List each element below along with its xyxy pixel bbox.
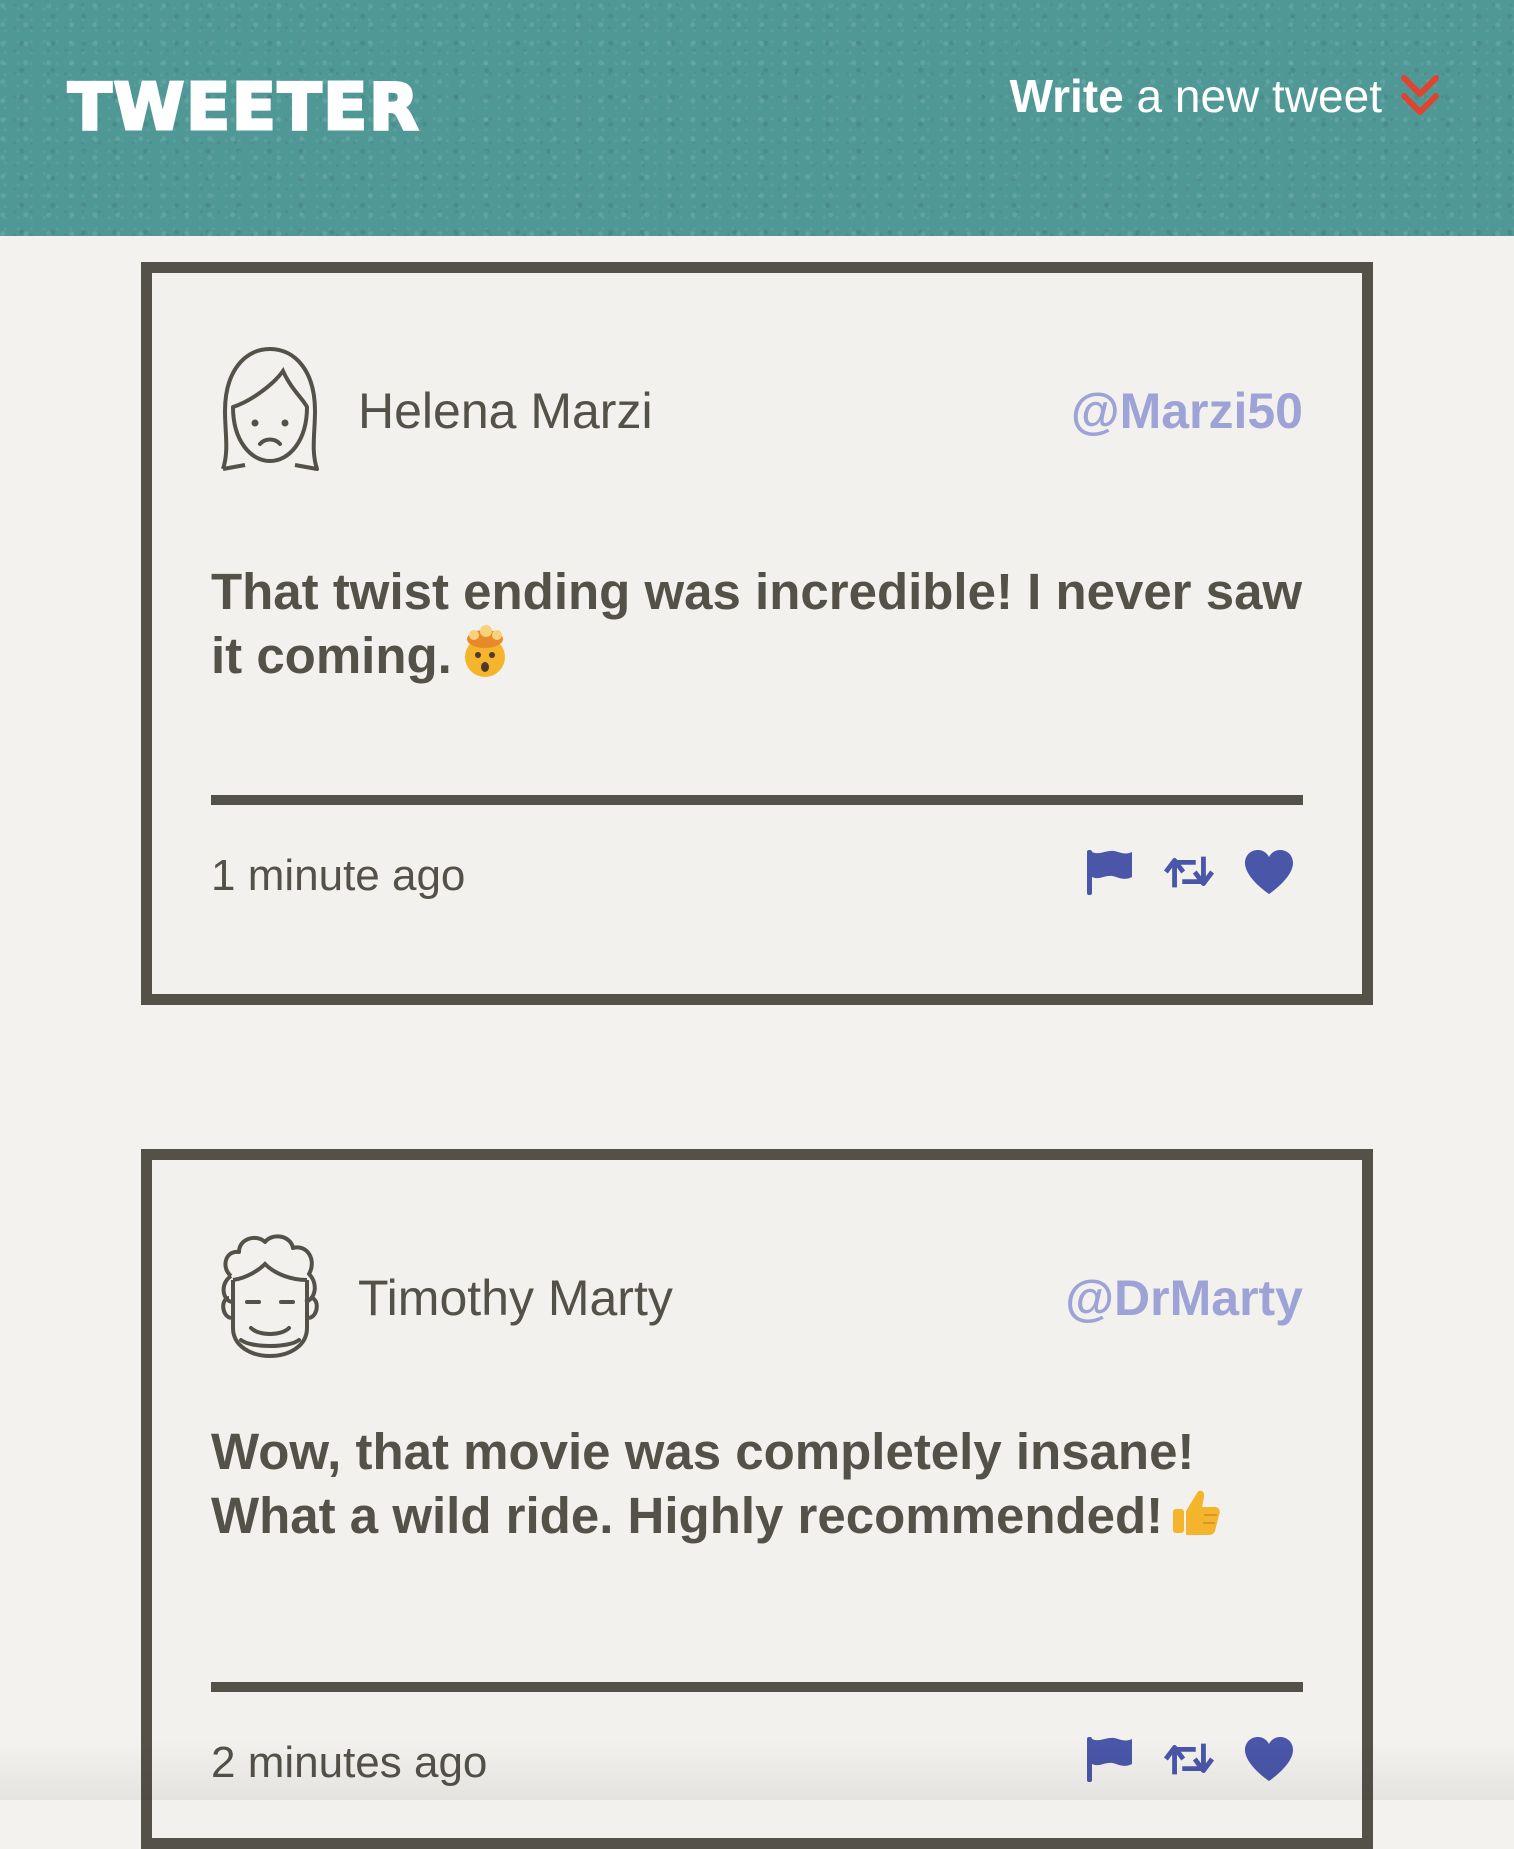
tweet-actions	[1083, 846, 1295, 898]
heart-icon	[1245, 1737, 1293, 1781]
tweet-header: Timothy Marty @DrMarty	[211, 1228, 1303, 1368]
tweet-text-content: That twist ending was incredible! I neve…	[211, 563, 1303, 684]
tweet-footer: 1 minute ago	[211, 846, 1303, 916]
tweet-text: Wow, that movie was completely insane! W…	[211, 1420, 1303, 1548]
tweet-card: Timothy Marty @DrMarty Wow, that movie w…	[141, 1149, 1373, 1849]
tweet-timestamp: 1 minute ago	[211, 851, 466, 900]
brand-logo[interactable]: TWEETER	[66, 70, 420, 147]
retweet-button[interactable]	[1163, 846, 1215, 898]
heart-icon	[1245, 850, 1293, 894]
retweet-icon	[1163, 1743, 1215, 1775]
woman-avatar-icon	[221, 347, 319, 471]
exploding-head-emoji	[464, 625, 505, 677]
tweet-divider	[211, 1682, 1303, 1692]
author-name: Helena Marzi	[358, 383, 653, 439]
tweet-footer: 2 minutes ago	[211, 1733, 1303, 1803]
author-handle[interactable]: @DrMarty	[1065, 1268, 1303, 1328]
tweet-divider	[211, 795, 1303, 805]
like-button[interactable]	[1243, 846, 1295, 898]
flag-button[interactable]	[1083, 1733, 1135, 1785]
tweet-actions	[1083, 1733, 1295, 1785]
double-chevron-down-icon	[1401, 75, 1439, 115]
tweet-header: Helena Marzi @Marzi50	[211, 341, 1303, 481]
tweet-text: That twist ending was incredible! I neve…	[211, 560, 1303, 688]
author-name: Timothy Marty	[358, 1270, 673, 1326]
like-button[interactable]	[1243, 1733, 1295, 1785]
flag-button[interactable]	[1083, 846, 1135, 898]
compose-link-strong: Write	[1009, 70, 1124, 122]
top-nav-bar: TWEETER Write a new tweet	[0, 0, 1514, 236]
thumbs-up-emoji	[1173, 1490, 1220, 1535]
compose-tweet-link[interactable]: Write a new tweet	[1010, 68, 1440, 124]
retweet-button[interactable]	[1163, 1733, 1215, 1785]
flag-icon	[1087, 850, 1132, 895]
tweet-card: Helena Marzi @Marzi50 That twist ending …	[141, 262, 1373, 1005]
author-handle[interactable]: @Marzi50	[1071, 381, 1303, 441]
tweet-text-content: Wow, that movie was completely insane! W…	[211, 1423, 1195, 1544]
curly-man-avatar-icon	[221, 1234, 319, 1359]
flag-icon	[1087, 1737, 1132, 1782]
compose-link-text: a new tweet	[1136, 70, 1382, 122]
retweet-icon	[1163, 856, 1215, 888]
tweet-timestamp: 2 minutes ago	[211, 1738, 488, 1787]
